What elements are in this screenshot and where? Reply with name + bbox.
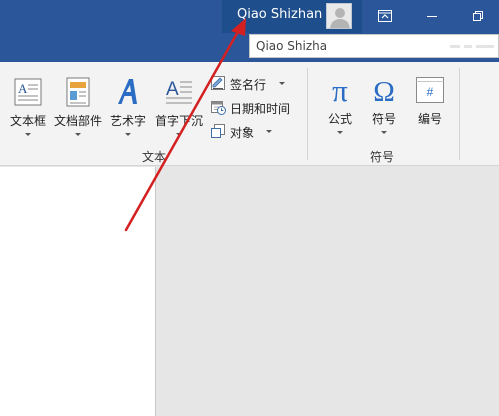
svg-text:Ω: Ω bbox=[373, 76, 395, 106]
numbering-button[interactable]: # 编号 bbox=[408, 74, 452, 127]
avatar bbox=[326, 3, 352, 29]
document-page[interactable] bbox=[0, 167, 156, 416]
drop-cap-label: 首字下沉 bbox=[154, 114, 203, 128]
group-divider bbox=[307, 68, 308, 160]
svg-text:A: A bbox=[18, 81, 28, 96]
wordart-label: 艺术字 bbox=[109, 114, 146, 128]
textbox-button[interactable]: A 文本框 bbox=[6, 76, 50, 136]
chevron-down-icon bbox=[125, 133, 131, 136]
chevron-down-icon bbox=[266, 130, 272, 133]
restore-icon bbox=[473, 11, 483, 21]
object-icon bbox=[211, 124, 225, 138]
group-divider bbox=[459, 68, 460, 160]
wordart-icon bbox=[112, 76, 144, 108]
restore-button[interactable] bbox=[456, 0, 499, 33]
chevron-down-icon bbox=[381, 131, 387, 134]
signature-line-icon bbox=[211, 76, 225, 90]
chevron-down-icon bbox=[337, 131, 343, 134]
hash-icon: # bbox=[414, 74, 446, 106]
quick-parts-label: 文档部件 bbox=[53, 114, 102, 128]
date-time-icon bbox=[211, 101, 226, 115]
date-time-label: 日期和时间 bbox=[230, 102, 291, 116]
symbol-label: 符号 bbox=[371, 112, 396, 126]
omega-icon: Ω bbox=[368, 74, 400, 108]
equation-button[interactable]: π 公式 bbox=[318, 73, 362, 134]
text-group-label: 文本 bbox=[142, 150, 167, 164]
drop-cap-button[interactable]: A 首字下沉 bbox=[152, 76, 206, 136]
quick-parts-icon bbox=[62, 76, 94, 108]
svg-text:#: # bbox=[427, 85, 434, 99]
textbox-icon: A bbox=[12, 76, 44, 108]
drop-cap-icon: A bbox=[163, 76, 195, 108]
equation-label: 公式 bbox=[327, 112, 352, 126]
textbox-label: 文本框 bbox=[9, 114, 46, 128]
minimize-icon bbox=[427, 16, 437, 17]
svg-text:π: π bbox=[332, 74, 348, 106]
signature-line-label: 签名行 bbox=[230, 78, 267, 92]
chevron-down-icon bbox=[176, 133, 182, 136]
wordart-button[interactable]: 艺术字 bbox=[108, 76, 148, 136]
document-canvas-background bbox=[157, 167, 499, 416]
chevron-down-icon bbox=[75, 133, 81, 136]
chevron-down-icon bbox=[279, 82, 285, 85]
pi-icon: π bbox=[324, 73, 356, 108]
numbering-label: 编号 bbox=[417, 112, 442, 126]
quick-parts-button[interactable]: 文档部件 bbox=[52, 76, 104, 136]
symbol-button[interactable]: Ω 符号 bbox=[362, 74, 406, 134]
insert-ribbon: A 文本框 文档部件 艺术字 A 首字下沉 签名行 日期和时间 对象 文本 π … bbox=[0, 62, 499, 166]
account-name: Qiao Shizhan bbox=[237, 7, 323, 22]
account-button[interactable]: Qiao Shizhan bbox=[222, 0, 362, 33]
account-popup-name: Qiao Shizha bbox=[256, 39, 328, 53]
account-popup: Qiao Shizha bbox=[249, 34, 499, 58]
ribbon-display-options-button[interactable] bbox=[362, 0, 408, 33]
faded-text-fragment bbox=[450, 45, 494, 48]
object-label: 对象 bbox=[230, 126, 255, 140]
chevron-down-icon bbox=[25, 133, 31, 136]
symbols-group-label: 符号 bbox=[370, 150, 395, 164]
minimize-button[interactable] bbox=[410, 0, 456, 33]
ribbon-display-options-icon bbox=[378, 10, 392, 22]
user-silhouette-icon bbox=[330, 8, 350, 28]
svg-text:A: A bbox=[166, 79, 179, 100]
